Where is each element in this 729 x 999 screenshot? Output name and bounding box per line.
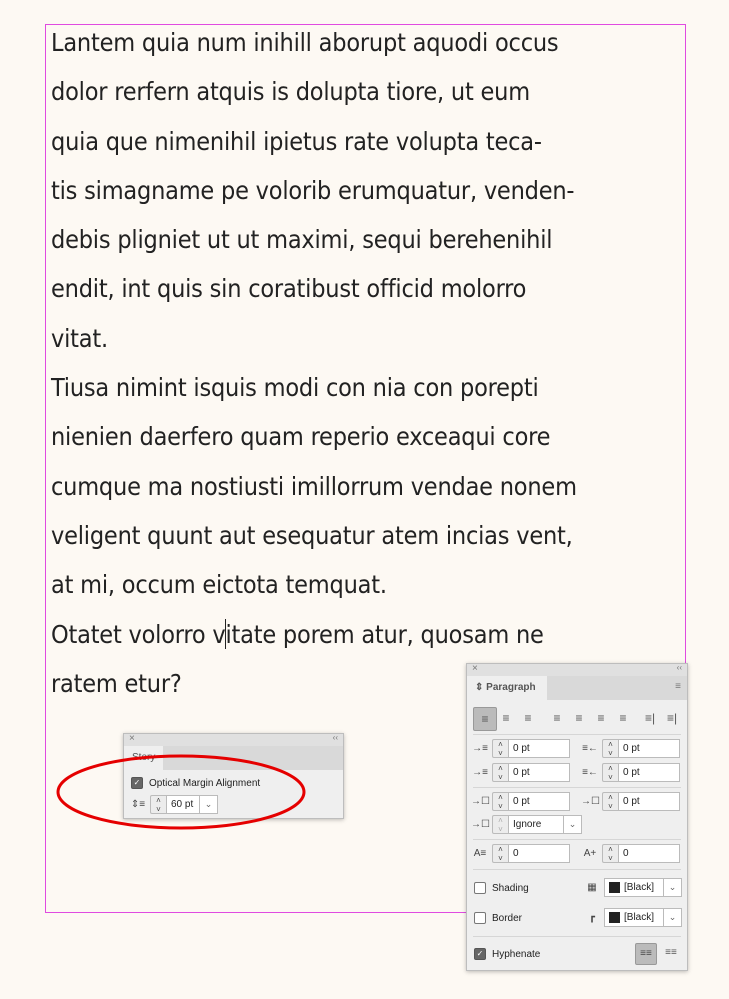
align-to-grid-select[interactable]: Ignore bbox=[508, 815, 564, 834]
tab-paragraph[interactable]: ⇕ Paragraph bbox=[467, 676, 547, 700]
drop-cap-lines-icon: A≡ bbox=[473, 848, 487, 859]
space-after-stepper[interactable]: ˄ ˅ bbox=[602, 792, 618, 811]
right-indent-icon: ≡← bbox=[582, 743, 598, 754]
drop-cap-chars-icon: A+ bbox=[583, 848, 597, 859]
align-right-button[interactable]: ≡ bbox=[517, 707, 539, 729]
space-before-icon: →☐ bbox=[471, 796, 490, 807]
first-line-indent-icon: →≡ bbox=[472, 767, 488, 778]
justify-left-button[interactable]: ≡ bbox=[546, 707, 568, 729]
left-indent-input[interactable]: 0 pt bbox=[508, 739, 570, 758]
border-checkbox[interactable]: Border bbox=[474, 912, 522, 924]
justify-center-button[interactable]: ≡ bbox=[568, 707, 590, 729]
shading-icon: ▦ bbox=[587, 882, 597, 893]
shading-label: Shading bbox=[492, 882, 529, 894]
border-color-value: [Black] bbox=[624, 912, 655, 923]
left-indent-stepper[interactable]: ˄ ˅ bbox=[492, 739, 508, 758]
align-center-button[interactable]: ≡ bbox=[495, 707, 517, 729]
shading-color-select[interactable]: [Black] bbox=[604, 878, 664, 897]
span-columns-button[interactable]: ≡≡ bbox=[661, 943, 681, 963]
border-color-dropdown[interactable]: ⌄ bbox=[664, 908, 682, 927]
shading-color-value: [Black] bbox=[624, 882, 655, 893]
align-to-grid-icon: →☐ bbox=[471, 819, 490, 830]
space-before-stepper[interactable]: ˄ ˅ bbox=[492, 792, 508, 811]
tab-paragraph-label: Paragraph bbox=[486, 682, 536, 693]
paragraph-panel: × ‹‹ ⇕ Paragraph ≡ ≡ ≡ ≡ ≡ ≡ ≡ ≡ ≡| ≡| →≡ ˄… bbox=[466, 663, 688, 971]
panel-menu-icon[interactable]: ≡ bbox=[675, 681, 681, 692]
first-line-indent-stepper[interactable]: ˄ ˅ bbox=[492, 763, 508, 782]
left-indent-icon: →≡ bbox=[472, 743, 488, 754]
space-before-input[interactable]: 0 pt bbox=[508, 792, 570, 811]
border-label: Border bbox=[492, 912, 523, 924]
border-icon: ┏ bbox=[588, 912, 596, 923]
last-line-indent-stepper[interactable]: ˄ ˅ bbox=[602, 763, 618, 782]
space-after-input[interactable]: 0 pt bbox=[618, 792, 680, 811]
black-swatch bbox=[609, 882, 620, 893]
align-toward-spine-button[interactable]: ≡| bbox=[639, 707, 661, 729]
last-line-indent-icon: ≡← bbox=[582, 767, 598, 778]
align-away-spine-button[interactable]: ≡| bbox=[661, 707, 683, 729]
right-indent-input[interactable]: 0 pt bbox=[618, 739, 680, 758]
last-line-indent-input[interactable]: 0 pt bbox=[618, 763, 680, 782]
first-line-indent-input[interactable]: 0 pt bbox=[508, 763, 570, 782]
collapse-icon[interactable]: ‹‹ bbox=[677, 663, 682, 672]
hyphenate-label: Hyphenate bbox=[492, 948, 541, 960]
justify-right-button[interactable]: ≡ bbox=[590, 707, 612, 729]
border-color-select[interactable]: [Black] bbox=[604, 908, 664, 927]
shading-color-dropdown[interactable]: ⌄ bbox=[664, 878, 682, 897]
close-icon[interactable]: × bbox=[472, 663, 478, 674]
shading-checkbox[interactable]: Shading bbox=[474, 882, 529, 894]
drop-cap-chars-input[interactable]: 0 bbox=[618, 844, 680, 863]
align-left-button[interactable]: ≡ bbox=[473, 707, 497, 731]
drop-cap-lines-input[interactable]: 0 bbox=[508, 844, 570, 863]
drop-cap-lines-stepper[interactable]: ˄ ˅ bbox=[492, 844, 508, 863]
align-to-grid-dropdown[interactable]: ⌄ bbox=[564, 815, 582, 834]
justify-all-button[interactable]: ≡ bbox=[612, 707, 634, 729]
do-not-balance-button[interactable]: ≡≡ bbox=[635, 943, 657, 965]
space-after-icon: →☐ bbox=[581, 796, 600, 807]
align-to-grid-stepper[interactable]: ˄ ˅ bbox=[492, 815, 508, 834]
checkmark-icon: ✓ bbox=[474, 948, 486, 960]
right-indent-stepper[interactable]: ˄ ˅ bbox=[602, 739, 618, 758]
drop-cap-chars-stepper[interactable]: ˄ ˅ bbox=[602, 844, 618, 863]
hyphenate-checkbox[interactable]: ✓ Hyphenate bbox=[474, 948, 540, 960]
black-swatch bbox=[609, 912, 620, 923]
